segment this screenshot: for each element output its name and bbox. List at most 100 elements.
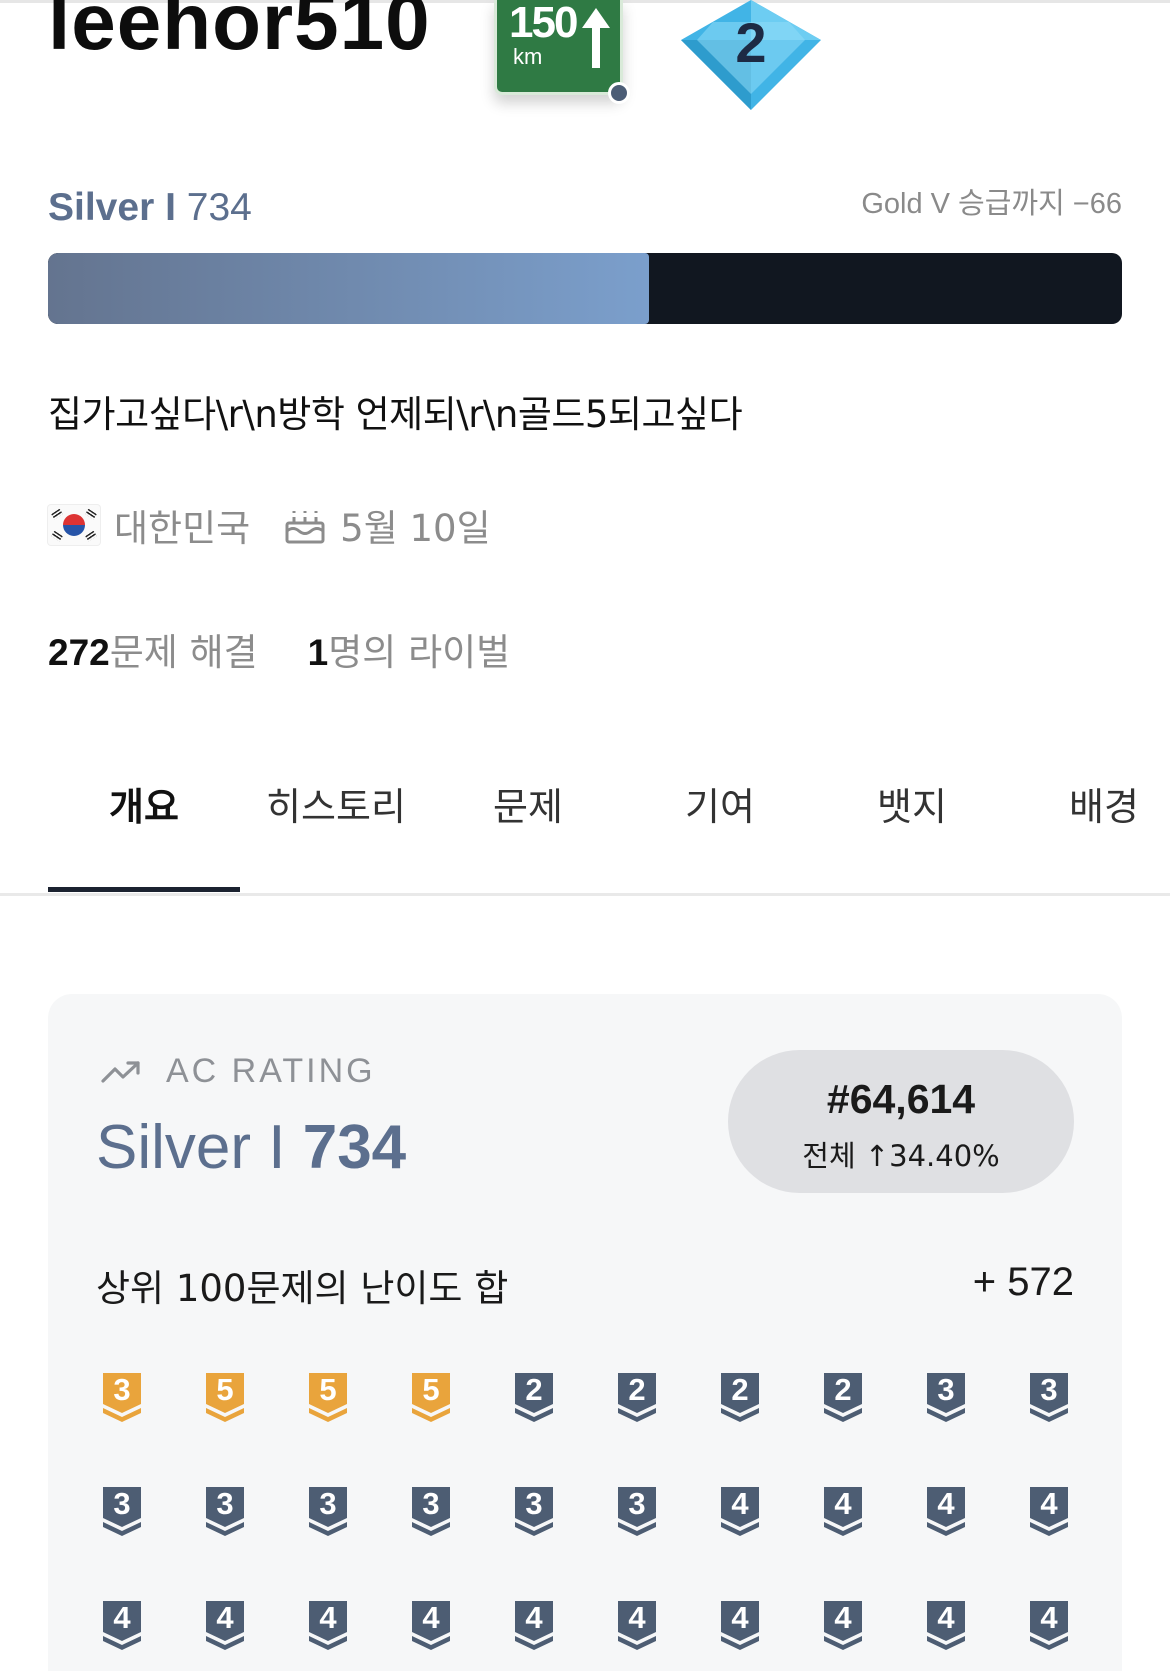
problem-tier-badge[interactable]: 4 [1027,1598,1071,1650]
tier-level: 4 [937,1600,955,1635]
rival-count: 1 [307,632,329,673]
tier-level: 4 [1040,1600,1058,1635]
problem-tier-badge[interactable]: 4 [409,1598,453,1650]
birthday-label: 5월 10일 [340,507,491,550]
tier-level: 3 [937,1372,955,1407]
class-badge[interactable]: 150 km [494,0,630,104]
tier-level: 4 [1040,1486,1058,1521]
tab-contributions[interactable]: 기여 [624,776,816,831]
tab-problems[interactable]: 문제 [432,776,624,831]
active-tab-indicator [48,887,240,892]
ac-rating-number: 734 [302,1113,407,1182]
tier-level: 3 [1040,1372,1058,1407]
problem-tier-badge[interactable]: 2 [615,1370,659,1422]
problem-tier-badge[interactable]: 3 [615,1484,659,1536]
level-badge-number: 2 [735,11,767,74]
tier-level: 4 [937,1486,955,1521]
country-label: 대한민국 [114,507,251,550]
tier-level: 3 [525,1486,543,1521]
problem-tier-badge[interactable]: 4 [615,1598,659,1650]
problem-tier-badge[interactable]: 4 [821,1598,865,1650]
user-handle: leehor510 [48,0,431,66]
class-badge-unit: km [513,44,543,69]
problem-tier-badge[interactable]: 3 [409,1484,453,1536]
rival-label: 명의 라이벌 [328,631,511,674]
tab-backgrounds[interactable]: 배경 [1008,776,1170,831]
tier-level: 4 [113,1600,131,1635]
problem-tier-badge[interactable]: 3 [512,1484,556,1536]
problem-tier-badge[interactable]: 3 [1027,1370,1071,1422]
class-badge-number: 150 [509,0,578,47]
problem-tier-badge[interactable]: 4 [821,1484,865,1536]
tier-level: 4 [319,1600,337,1635]
rank-percentile: 전체 ↑34.40% [802,1139,1000,1173]
profile-meta: 대한민국 5월 10일 [48,498,491,552]
tier-name: Silver I [48,186,176,229]
arrow-up-icon [582,8,610,68]
problem-tier-badge[interactable]: 3 [100,1370,144,1422]
solved-count: 272 [48,632,110,673]
tier-level: 2 [834,1372,852,1407]
tier-level: 4 [422,1600,440,1635]
top100-value: + 572 [972,1260,1074,1304]
tab-badges[interactable]: 뱃지 [816,776,1008,831]
ac-rating-header: AC RATING [100,1052,376,1091]
problem-tier-badge[interactable]: 3 [203,1484,247,1536]
tier-level: 5 [216,1372,234,1407]
problem-tier-badge[interactable]: 3 [100,1484,144,1536]
class-badge-dot [608,82,630,104]
problem-tier-badge[interactable]: 4 [100,1598,144,1650]
tier-level: 3 [319,1486,337,1521]
problem-tier-badge[interactable]: 4 [718,1598,762,1650]
problem-tier-grid: 3 5 5 5 2 2 2 2 3 3 3 3 3 3 3 3 4 4 4 4 4 4 4 4 4 4 4 4 4 4 [100,1370,1100,1650]
tab-history[interactable]: 히스토리 [240,776,432,831]
problem-tier-badge[interactable]: 2 [512,1370,556,1422]
profile-tabs: 개요 히스토리 문제 기여 뱃지 배경 [48,776,1170,831]
problem-tier-badge[interactable]: 4 [1027,1484,1071,1536]
promotion-text: Gold V 승급까지 −66 [861,188,1122,220]
tabs-divider [0,893,1170,896]
ac-rating-title: AC RATING [166,1052,376,1090]
tier-level: 4 [834,1486,852,1521]
problem-tier-badge[interactable]: 2 [821,1370,865,1422]
problem-tier-badge[interactable]: 4 [306,1598,350,1650]
tier-level: 4 [628,1600,646,1635]
problem-tier-badge[interactable]: 3 [924,1370,968,1422]
problem-tier-badge[interactable]: 5 [409,1370,453,1422]
problem-tier-badge[interactable]: 4 [203,1598,247,1650]
trending-up-icon [101,1060,140,1083]
profile-stats: 272문제 해결 1명의 라이벌 [48,622,510,676]
problem-tier-badge[interactable]: 5 [203,1370,247,1422]
tier-level: 2 [731,1372,749,1407]
tier-level: 3 [113,1372,131,1407]
problem-tier-badge[interactable]: 5 [306,1370,350,1422]
problem-tier-badge[interactable]: 2 [718,1370,762,1422]
ac-rating-value: Silver I 734 [96,1112,406,1183]
tier-label: Silver I 734 [48,186,252,230]
tier-level: 4 [731,1486,749,1521]
tier-level: 3 [113,1486,131,1521]
tier-rating: 734 [186,186,252,229]
rating-progress-bar [48,253,1122,324]
problem-tier-badge[interactable]: 4 [924,1484,968,1536]
tier-level: 3 [628,1486,646,1521]
rank-pill[interactable]: #64,614 전체 ↑34.40% [728,1050,1074,1193]
solved-label: 문제 해결 [109,631,258,674]
tier-level: 3 [422,1486,440,1521]
profile-bio: 집가고싶다\r\n방학 언제되\r\n골드5되고싶다 [48,393,743,436]
rating-progress-fill [48,253,650,324]
ac-rating-card: AC RATING Silver I 734 #64,614 전체 ↑34.40… [48,994,1122,1671]
tier-level: 5 [422,1372,440,1407]
tier-level: 5 [319,1372,337,1407]
tier-level: 4 [216,1600,234,1635]
ac-tier-name: Silver I [96,1113,286,1182]
problem-tier-badge[interactable]: 4 [718,1484,762,1536]
level-badge[interactable]: 2 [677,0,825,116]
tier-level: 2 [525,1372,543,1407]
top100-label: 상위 100문제의 난이도 합 [96,1267,509,1310]
tab-overview[interactable]: 개요 [48,776,240,831]
problem-tier-badge[interactable]: 4 [512,1598,556,1650]
problem-tier-badge[interactable]: 3 [306,1484,350,1536]
problem-tier-badge[interactable]: 4 [924,1598,968,1650]
tier-level: 3 [216,1486,234,1521]
